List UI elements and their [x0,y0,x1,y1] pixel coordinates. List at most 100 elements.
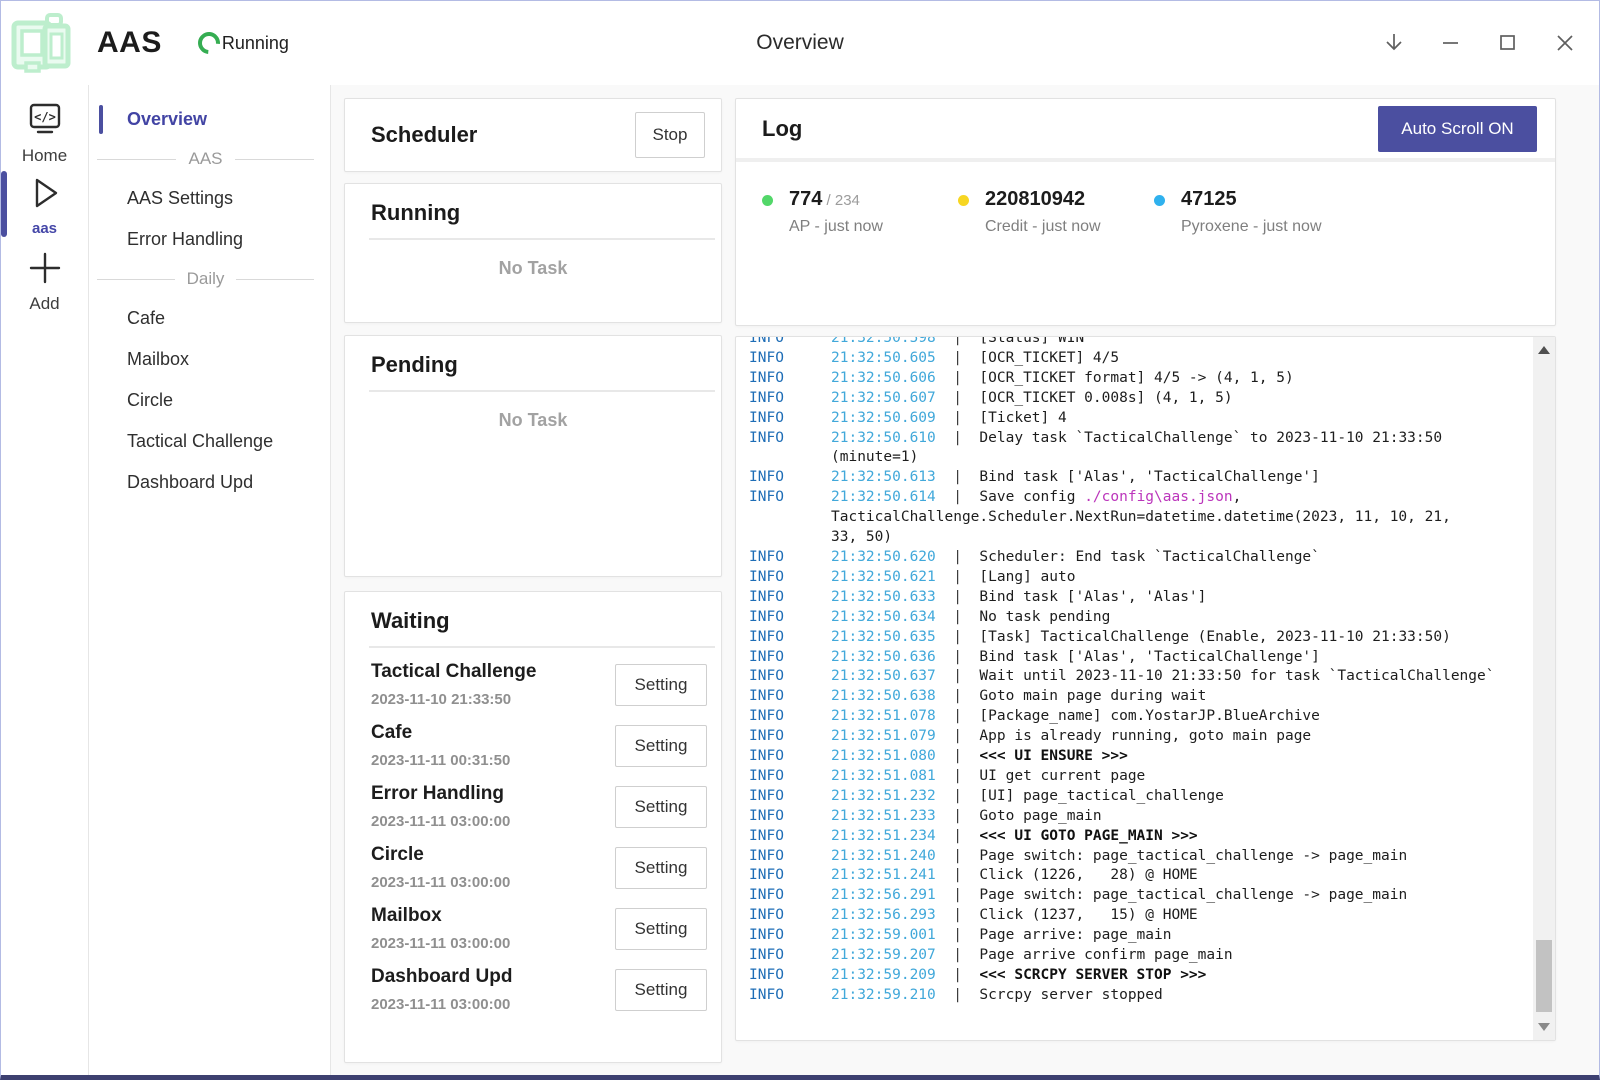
log-separator: | [936,410,980,426]
setting-button[interactable]: Setting [615,847,707,889]
log-entry: INFO21:32:50.637 | Wait until 2023-11-10… [749,667,1533,687]
divider-line [236,279,314,280]
sidebar-item-mailbox[interactable]: Mailbox [89,339,330,380]
log-timestamp: 21:32:59.001 [831,927,936,943]
divider-line [97,279,175,280]
log-timestamp: 21:32:50.633 [831,589,936,605]
log-level: INFO [749,986,831,1006]
log-message: 21:32:59.210 | Scrcpy server stopped [831,986,1533,1006]
stat-dot-icon [958,195,969,206]
sidebar-item-dashboard-upd[interactable]: Dashboard Upd [89,462,330,503]
scheduler-card: Scheduler Stop [344,98,722,172]
scroll-up-icon[interactable] [1538,346,1550,354]
log-entry: INFO21:32:50.607 | [OCR_TICKET 0.008s] (… [749,389,1533,409]
waiting-task-info: Mailbox2023-11-11 03:00:00 [371,905,510,952]
waiting-task-name: Dashboard Upd [371,966,512,988]
log-separator: | [936,337,980,346]
sidebar-section-divider: AAS [89,140,330,178]
sidebar-section-label: Daily [175,269,237,289]
log-entry: INFO21:32:50.605 | [OCR_TICKET] 4/5 [749,349,1533,369]
log-message: 21:32:51.080 | <<< UI ENSURE >>> [831,747,1533,767]
setting-button[interactable]: Setting [615,908,707,950]
log-separator: | [936,688,980,704]
log-entry: INFO21:32:51.079 | App is already runnin… [749,727,1533,747]
arrow-down-icon[interactable] [1382,31,1406,55]
waiting-task-info: Dashboard Upd2023-11-11 03:00:00 [371,966,512,1013]
log-message: 21:32:50.633 | Bind task ['Alas', 'Alas'… [831,588,1533,608]
sidebar-item-aas-settings[interactable]: AAS Settings [89,178,330,219]
log-stats-card: Log Auto Scroll ON 774 / 234AP - just no… [735,98,1556,326]
main-area: Scheduler Stop Running No Task Pending N… [331,85,1599,1076]
log-level: INFO [749,608,831,628]
setting-button[interactable]: Setting [615,664,707,706]
waiting-task-next-run: 2023-11-11 03:00:00 [371,813,510,830]
log-separator: | [936,788,980,804]
log-level: INFO [749,707,831,727]
sidebar-item-cafe[interactable]: Cafe [89,298,330,339]
log-message: 21:32:59.001 | Page arrive: page_main [831,926,1533,946]
log-entry: INFO21:32:51.078 | [Package_name] com.Yo… [749,707,1533,727]
sidebar-item-label: Circle [127,390,173,411]
log-entry: INFO21:32:51.232 | [UI] page_tactical_ch… [749,787,1533,807]
log-scroll-area[interactable]: INFO21:32:50.598 | [Status] WININFO21:32… [736,337,1533,1040]
log-separator: | [936,748,980,764]
log-scrollbar-thumb[interactable] [1536,940,1552,1012]
rail-item-home[interactable]: </> Home [1,101,88,166]
waiting-task-row: Tactical Challenge2023-11-10 21:33:50Set… [371,654,707,715]
rail-label-aas: aas [1,220,88,237]
log-message: 21:32:50.610 | Delay task `TacticalChall… [831,429,1533,469]
close-icon[interactable] [1553,31,1577,55]
log-separator: | [936,808,980,824]
log-message: 21:32:50.609 | [Ticket] 4 [831,409,1533,429]
log-timestamp: 21:32:51.081 [831,768,936,784]
log-level: INFO [749,687,831,707]
stat-value: 220810942 [985,188,1085,210]
rail-item-aas[interactable]: aas [1,175,88,237]
log-message: 21:32:51.081 | UI get current page [831,767,1533,787]
log-level: INFO [749,727,831,747]
log-level: INFO [749,568,831,588]
sidebar-item-label: Cafe [127,308,165,329]
log-view-card: INFO21:32:50.598 | [Status] WININFO21:32… [735,336,1556,1041]
log-timestamp: 21:32:51.080 [831,748,936,764]
auto-scroll-button[interactable]: Auto Scroll ON [1378,106,1537,152]
log-level: INFO [749,409,831,429]
minimize-icon[interactable] [1439,31,1463,55]
setting-button[interactable]: Setting [615,969,707,1011]
log-scrollbar[interactable] [1533,337,1555,1040]
sidebar-item-label: AAS Settings [127,188,233,209]
log-title: Log [762,116,802,142]
sidebar-item-circle[interactable]: Circle [89,380,330,421]
stop-button[interactable]: Stop [635,112,705,158]
stat-value-row: 774 / 234 [789,188,883,211]
rail-item-add[interactable]: Add [1,251,88,314]
log-message: 21:32:50.598 | [Status] WIN [831,337,1533,349]
log-timestamp: 21:32:50.620 [831,549,936,565]
log-timestamp: 21:32:50.613 [831,469,936,485]
log-entry: INFO21:32:59.210 | Scrcpy server stopped [749,986,1533,1006]
log-separator: | [936,907,980,923]
log-stats-row: 774 / 234AP - just now220810942Credit - … [736,162,1555,236]
sidebar-item-tactical-challenge[interactable]: Tactical Challenge [89,421,330,462]
log-entry: INFO21:32:51.240 | Page switch: page_tac… [749,847,1533,867]
log-message: 21:32:50.638 | Goto main page during wai… [831,687,1533,707]
app-window: AAS Running Overview [0,0,1600,1080]
sidebar-item-overview[interactable]: Overview [89,99,330,140]
log-level: INFO [749,588,831,608]
sidebar-item-label: Error Handling [127,229,243,250]
log-message: 21:32:51.241 | Click (1226, 28) @ HOME [831,866,1533,886]
running-card: Running No Task [344,183,722,323]
setting-button[interactable]: Setting [615,725,707,767]
setting-button[interactable]: Setting [615,786,707,828]
scroll-down-icon[interactable] [1538,1023,1550,1031]
maximize-icon[interactable] [1496,31,1520,55]
log-timestamp: 21:32:50.607 [831,390,936,406]
divider [369,238,715,240]
stat-value: 47125 [1181,188,1237,210]
log-separator: | [936,728,980,744]
log-separator: | [936,848,980,864]
log-separator: | [936,390,980,406]
log-level: INFO [749,807,831,827]
sidebar-item-error-handling[interactable]: Error Handling [89,219,330,260]
icon-rail: </> Home aas Add [1,85,89,1076]
